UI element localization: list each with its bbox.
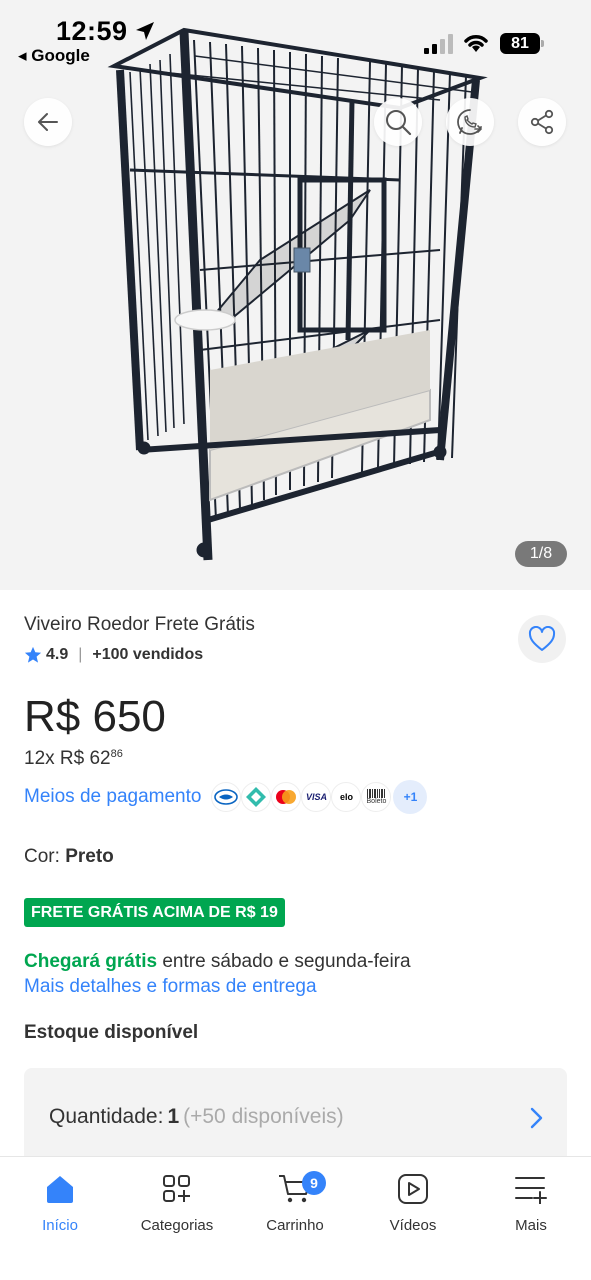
delivery-dates: entre sábado e segunda-feira [157, 951, 411, 972]
quantity-label: Quantidade: [49, 1105, 164, 1128]
delivery-info: Chegará grátis entre sábado e segunda-fe… [24, 951, 411, 973]
mercadopago-icon [211, 782, 242, 812]
installments-cents: 86 [110, 748, 123, 760]
search-button[interactable] [374, 98, 422, 146]
rating-row[interactable]: 4.9 | +100 vendidos [24, 644, 203, 666]
favorite-button[interactable] [518, 615, 566, 663]
color-label: Cor: [24, 846, 66, 867]
boleto-icon: Boleto [361, 782, 392, 812]
rating-separator: | [78, 646, 83, 663]
nav-item-categories[interactable]: Categorias [122, 1169, 232, 1234]
whatsapp-icon [457, 109, 483, 135]
nav-label-cart: Carrinho [266, 1217, 324, 1234]
nav-label-categories: Categorias [140, 1217, 214, 1234]
image-counter: 1/8 [515, 541, 567, 567]
boleto-label: Boleto [366, 798, 387, 805]
payment-methods-link[interactable]: Meios de pagamento [24, 786, 201, 808]
nav-label-home: Início [42, 1217, 78, 1234]
nav-item-more[interactable]: Mais [476, 1169, 586, 1234]
pix-icon [241, 782, 272, 812]
categories-icon [163, 1175, 190, 1202]
sold-count: +100 vendidos [92, 646, 204, 663]
back-to-app-link[interactable]: ◂ Google [18, 46, 90, 66]
nav-label-videos: Vídeos [389, 1217, 437, 1234]
search-icon [386, 110, 412, 136]
more-list-icon [515, 1177, 547, 1204]
nav-label-more: Mais [515, 1217, 547, 1234]
delivery-details-link[interactable]: Mais detalhes e formas de entrega [24, 976, 317, 998]
mastercard-icon [271, 782, 302, 812]
heart-icon [528, 626, 556, 651]
nav-item-home[interactable]: Início [5, 1169, 115, 1234]
color-selector: Cor: Preto [24, 846, 114, 868]
arrow-left-icon [38, 113, 58, 131]
quantity-value: 1 [167, 1105, 180, 1128]
quantity-available: (+50 disponíveis) [183, 1105, 344, 1128]
stock-status: Estoque disponível [24, 1022, 199, 1043]
elo-icon: elo [331, 782, 362, 812]
rating-score: 4.9 [46, 646, 69, 663]
quantity-text: Quantidade: 1 (+50 disponíveis) [49, 1105, 344, 1129]
cellular-signal-icon [424, 34, 453, 54]
visa-icon: VISA [301, 782, 332, 812]
battery-indicator: 81 [500, 33, 544, 54]
status-bar: 12:59 ◂ Google 81 [0, 0, 591, 70]
product-image [107, 27, 488, 561]
location-arrow-icon [136, 22, 154, 40]
home-icon [47, 1176, 73, 1203]
installments-amount: 12x R$ 62 [24, 748, 111, 769]
nav-item-cart[interactable]: 9 Carrinho [240, 1169, 350, 1234]
star-icon [24, 646, 42, 663]
free-shipping-badge: FRETE GRÁTIS ACIMA DE R$ 19 [24, 898, 285, 927]
nav-item-videos[interactable]: Vídeos [358, 1169, 468, 1234]
product-image-gallery[interactable]: 12:59 ◂ Google 81 1/8 [0, 0, 591, 590]
bottom-navigation: Início Categorias 9 Carrinho Vídeos Mais [0, 1156, 591, 1280]
payment-methods-row[interactable]: Meios de pagamento VISA elo Boleto +1 [24, 780, 428, 814]
cart-count-badge: 9 [302, 1171, 326, 1195]
chevron-right-icon [530, 1107, 543, 1129]
share-button[interactable] [518, 98, 566, 146]
back-button[interactable] [24, 98, 72, 146]
wifi-icon [464, 35, 488, 52]
video-icon [398, 1174, 428, 1204]
installments: 12x R$ 6286 [24, 748, 123, 770]
price: R$ 650 [24, 692, 166, 741]
whatsapp-share-button[interactable] [446, 98, 494, 146]
payment-more-badge[interactable]: +1 [393, 780, 428, 814]
quantity-selector[interactable]: Quantidade: 1 (+50 disponíveis) [24, 1068, 567, 1168]
share-icon [530, 109, 554, 135]
delivery-free-label: Chegará grátis [24, 951, 158, 972]
status-time: 12:59 [56, 16, 128, 46]
product-title: Viveiro Roedor Frete Grátis [24, 614, 255, 635]
color-value: Preto [65, 846, 114, 867]
